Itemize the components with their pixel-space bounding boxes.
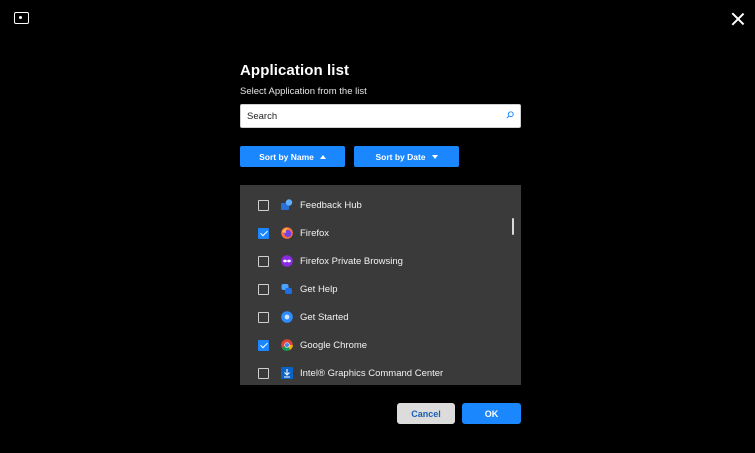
sort-by-name-button[interactable]: Sort by Name xyxy=(240,146,345,167)
list-item-label: Intel® Graphics Command Center xyxy=(300,367,444,379)
list-item[interactable]: Firefox xyxy=(240,219,505,247)
arrow-down-icon xyxy=(431,154,438,159)
get-started-icon xyxy=(281,311,293,323)
list-item[interactable]: Feedback Hub xyxy=(240,191,505,219)
checkbox[interactable] xyxy=(258,227,269,239)
sort-by-date-label: Sort by Date xyxy=(375,151,426,162)
arrow-up-icon xyxy=(319,154,326,159)
intel-graphics-icon xyxy=(281,367,293,379)
page-title: Application list xyxy=(240,62,350,79)
checkbox[interactable] xyxy=(258,283,269,295)
list-item-label: Get Started xyxy=(300,311,349,323)
search-field[interactable] xyxy=(240,104,521,128)
feedback-hub-icon xyxy=(281,199,293,210)
list-item-label: Firefox xyxy=(300,227,330,239)
list-item-label: Firefox Private Browsing xyxy=(300,255,403,267)
google-chrome-icon xyxy=(281,339,293,351)
list-item[interactable]: Google Chrome xyxy=(240,331,505,359)
list-item[interactable]: Intel® Graphics Command Center xyxy=(240,359,505,385)
app-logo-icon xyxy=(14,12,29,24)
list-item-label: Feedback Hub xyxy=(300,199,362,211)
checkbox[interactable] xyxy=(258,311,269,323)
list-item-label: Get Help xyxy=(300,283,338,295)
firefox-private-browsing-icon xyxy=(281,255,293,267)
list-item[interactable]: Get Help xyxy=(240,275,505,303)
list-item-label: Google Chrome xyxy=(300,339,368,351)
sort-by-date-button[interactable]: Sort by Date xyxy=(354,146,459,167)
checkbox[interactable] xyxy=(258,199,269,211)
search-icon[interactable] xyxy=(506,111,514,119)
search-input[interactable] xyxy=(241,105,497,127)
sort-by-name-label: Sort by Name xyxy=(259,151,314,162)
list-item[interactable]: Firefox Private Browsing xyxy=(240,247,505,275)
page-subtitle: Select Application from the list xyxy=(240,86,367,97)
application-list[interactable]: Feedback Hub Firefox Firefox Private Bro… xyxy=(240,185,521,385)
get-help-icon xyxy=(281,284,292,294)
cancel-button[interactable]: Cancel xyxy=(397,403,455,424)
checkbox[interactable] xyxy=(258,339,269,351)
list-scrollbar[interactable] xyxy=(512,218,514,235)
close-icon[interactable] xyxy=(731,12,745,26)
list-item[interactable]: Get Started xyxy=(240,303,505,331)
firefox-icon xyxy=(281,227,293,239)
checkbox[interactable] xyxy=(258,255,269,267)
checkbox[interactable] xyxy=(258,367,269,379)
ok-button[interactable]: OK xyxy=(462,403,521,424)
